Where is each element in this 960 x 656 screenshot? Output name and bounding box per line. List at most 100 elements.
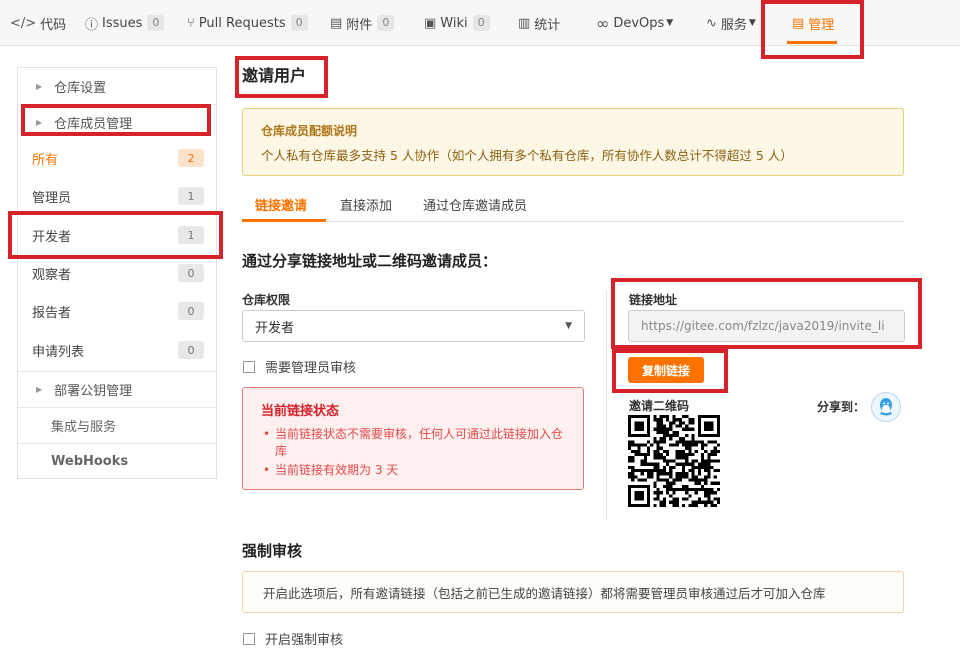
tab-devops[interactable]: ∞ DevOps ▼: [596, 0, 673, 46]
sidebar-repo-settings[interactable]: ▶ 仓库设置: [18, 68, 216, 104]
attachment-icon: ▤: [330, 15, 343, 31]
sidebar-item-label: 观察者: [32, 267, 72, 283]
caret-down-icon: ▼: [748, 18, 756, 28]
tab-count: 0: [377, 15, 395, 31]
manage-icon: ▤: [792, 15, 805, 31]
count-badge: 1: [178, 187, 204, 205]
page-title: 邀请用户: [242, 66, 307, 85]
active-subtab-underline: [242, 219, 326, 222]
force-review-heading: 强制审核: [242, 542, 303, 560]
caret-right-icon: ▶: [36, 81, 43, 91]
sidebar-item-reporters[interactable]: 报告者 0: [18, 292, 216, 330]
tab-wiki[interactable]: ▣ Wiki 0: [424, 0, 490, 46]
devops-icon: ∞: [596, 13, 610, 33]
tab-label: 管理: [808, 17, 835, 33]
status-list: 当前链接状态不需要审核，任何人可通过此链接加入仓库 当前链接有效期为 3 天: [261, 426, 565, 479]
invite-tabs: 链接邀请 直接添加 通过仓库邀请成员: [242, 188, 904, 222]
tab-count: 0: [472, 15, 490, 31]
caret-right-icon: ▶: [36, 384, 43, 394]
tab-stats[interactable]: ▥ 统计: [518, 0, 560, 46]
sidebar-item-developers[interactable]: 开发者 1: [18, 216, 216, 254]
tab-label: 统计: [534, 17, 561, 33]
sidebar-webhooks[interactable]: WebHooks: [18, 443, 216, 479]
tab-pull-requests[interactable]: ⑂ Pull Requests 0: [187, 0, 308, 46]
sidebar-label: WebHooks: [51, 453, 129, 469]
link-status-box: 当前链接状态 当前链接状态不需要审核，任何人可通过此链接加入仓库 当前链接有效期…: [242, 387, 584, 490]
tab-label: 附件: [346, 17, 373, 33]
count-badge: 0: [178, 264, 204, 282]
sidebar-label: 仓库成员管理: [54, 116, 133, 132]
count-badge: 0: [178, 341, 204, 359]
sidebar-integrations[interactable]: 集成与服务: [18, 407, 216, 443]
caret-right-icon: ▶: [36, 117, 43, 127]
status-title: 当前链接状态: [261, 404, 340, 419]
force-review-checkbox[interactable]: [243, 632, 255, 645]
tab-label: Pull Requests: [198, 15, 286, 31]
code-icon: </>: [10, 15, 37, 31]
column-divider: [606, 290, 607, 520]
copy-link-button[interactable]: 复制链接: [628, 357, 704, 383]
sidebar-label: 部署公钥管理: [54, 383, 133, 399]
tab-count: 0: [290, 15, 308, 31]
tab-label: Wiki: [440, 15, 468, 31]
checkbox-label: 需要管理员审核: [265, 361, 357, 376]
sidebar-item-label: 申请列表: [32, 344, 85, 360]
sidebar-item-label: 管理员: [32, 190, 72, 206]
active-tab-underline: [787, 41, 837, 44]
wiki-icon: ▣: [424, 15, 437, 31]
sidebar-item-label: 开发者: [32, 229, 72, 245]
tab-count: 0: [147, 15, 165, 31]
share-heading: 通过分享链接地址或二维码邀请成员：: [242, 252, 498, 270]
checkbox-label: 开启强制审核: [265, 633, 344, 648]
quota-title: 仓库成员配额说明: [261, 124, 358, 138]
force-review-notice: 开启此选项后，所有邀请链接（包括之前已生成的邀请链接）都将需要管理员审核通过后才…: [242, 571, 904, 613]
caret-down-icon: ▼: [666, 18, 674, 28]
tab-link-invite[interactable]: 链接邀请: [255, 188, 307, 220]
qq-share-button[interactable]: [871, 392, 901, 422]
issues-icon: ⓘ: [85, 17, 99, 33]
service-icon: ∿: [706, 15, 717, 31]
count-badge: 0: [178, 302, 204, 320]
permission-select[interactable]: 开发者 ▼: [242, 310, 585, 342]
admin-review-row[interactable]: 需要管理员审核: [243, 357, 356, 376]
settings-sidebar: ▶ 仓库设置 ▶ 仓库成员管理 所有 2 管理员 1 开发者 1 观察者 0 报…: [17, 67, 217, 479]
quota-notice: 仓库成员配额说明 个人私有仓库最多支持 5 人协作（如个人拥有多个私有仓库，所有…: [242, 108, 904, 176]
tab-label: Issues: [102, 15, 143, 31]
status-line: 当前链接状态不需要审核，任何人可通过此链接加入仓库: [261, 426, 565, 460]
repo-nav-bar: </> 代码 ⓘ Issues 0 ⑂ Pull Requests 0 ▤ 附件…: [0, 0, 960, 46]
tab-label: 代码: [40, 17, 67, 33]
tab-issues[interactable]: ⓘ Issues 0: [85, 0, 165, 46]
sidebar-item-all[interactable]: 所有 2: [18, 139, 216, 177]
status-line: 当前链接有效期为 3 天: [261, 462, 565, 479]
tab-attachments[interactable]: ▤ 附件 0: [330, 0, 395, 46]
tab-repo-invite[interactable]: 通过仓库邀请成员: [423, 188, 527, 220]
tab-label: DevOps: [613, 15, 665, 31]
permission-value: 开发者: [255, 320, 295, 336]
sidebar-deploy-keys[interactable]: ▶ 部署公钥管理: [18, 371, 216, 407]
admin-review-checkbox[interactable]: [243, 360, 255, 373]
permission-label: 仓库权限: [242, 293, 291, 307]
qq-icon: [880, 398, 892, 416]
count-badge: 2: [178, 149, 204, 167]
sidebar-item-admins[interactable]: 管理员 1: [18, 177, 216, 215]
tab-direct-add[interactable]: 直接添加: [340, 188, 392, 220]
quota-text: 个人私有仓库最多支持 5 人协作（如个人拥有多个私有仓库，所有协作人数总计不得超…: [261, 148, 793, 163]
qr-label: 邀请二维码: [629, 399, 690, 413]
sidebar-label: 集成与服务: [51, 419, 117, 435]
count-badge: 1: [178, 226, 204, 244]
invite-link-field[interactable]: https://gitee.com/fzlzc/java2019/invite_…: [628, 310, 905, 342]
tab-manage[interactable]: ▤ 管理: [792, 0, 834, 46]
force-review-row[interactable]: 开启强制审核: [243, 629, 343, 648]
tab-services[interactable]: ∿ 服务 ▼: [706, 0, 756, 46]
stats-icon: ▥: [518, 15, 531, 31]
sidebar-item-observers[interactable]: 观察者 0: [18, 254, 216, 292]
sidebar-item-label: 报告者: [32, 305, 72, 321]
caret-down-icon: ▼: [565, 321, 572, 331]
sidebar-member-mgmt[interactable]: ▶ 仓库成员管理: [18, 104, 216, 140]
tab-code[interactable]: </> 代码: [10, 0, 66, 46]
invite-qr-code: [628, 415, 720, 507]
pull-request-icon: ⑂: [187, 15, 195, 31]
sidebar-item-requests[interactable]: 申请列表 0: [18, 331, 216, 369]
link-label: 链接地址: [629, 293, 678, 307]
sidebar-label: 仓库设置: [54, 80, 107, 96]
